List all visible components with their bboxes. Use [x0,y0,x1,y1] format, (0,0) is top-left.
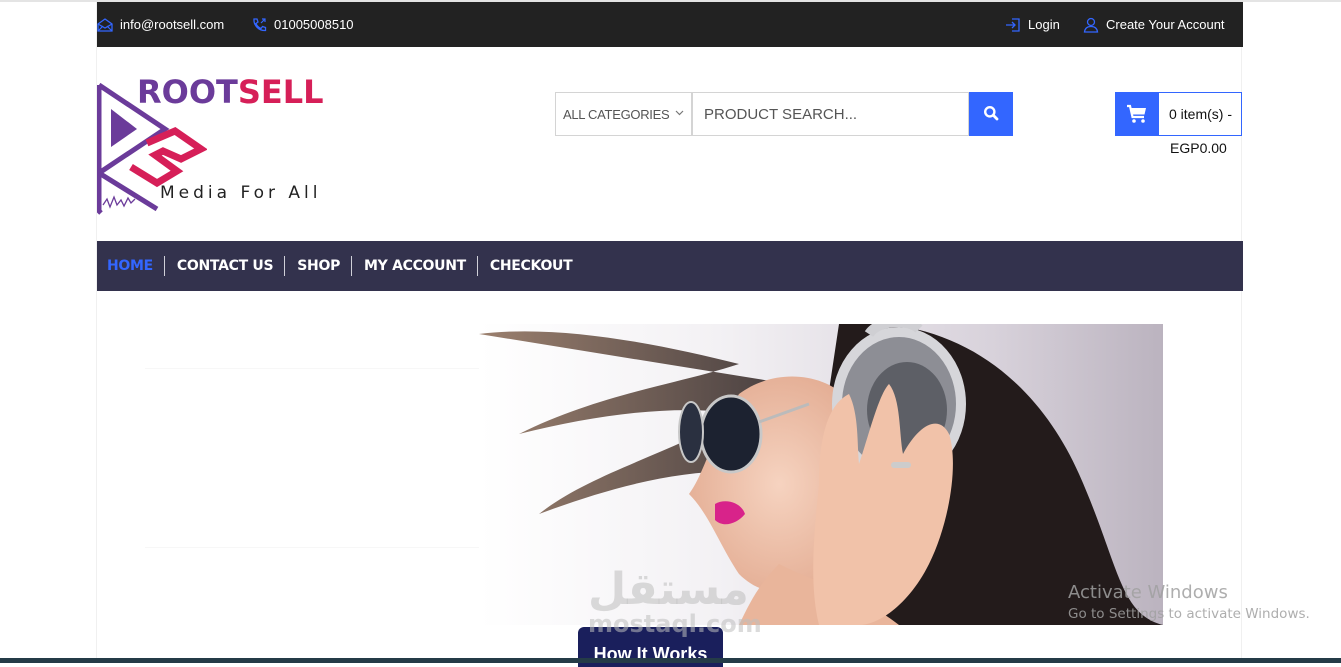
login-link[interactable]: Login [1005,2,1060,47]
envelope-icon [97,17,113,32]
phone-text: 01005008510 [274,17,354,32]
search-button[interactable] [969,92,1013,136]
top-bar: info@rootsell.com 01005008510 Login Crea… [97,2,1243,47]
page-bottom-bar [0,658,1341,663]
site-logo[interactable]: ROOTSELL Media For All [97,73,337,215]
email-link[interactable]: info@rootsell.com [97,2,224,47]
brand-tagline: Media For All [160,183,322,203]
hero-illustration [479,324,1163,625]
brand-root: ROOT [137,73,238,111]
login-label: Login [1028,17,1060,32]
search-icon [983,105,999,124]
nav-shop[interactable]: SHOP [285,256,353,276]
brand-name: ROOTSELL [137,73,324,111]
cart-icon [1115,92,1159,136]
category-select[interactable]: ALL CATEGORIES [555,92,692,136]
product-search-input[interactable] [692,92,969,136]
nav-contact-us[interactable]: CONTACT US [165,256,286,276]
slider-faint-line [145,368,485,369]
page-container: info@rootsell.com 01005008510 Login Crea… [96,2,1243,667]
nav-my-account[interactable]: MY ACCOUNT [352,256,478,276]
mini-cart: 0 item(s) - EGP0.00 [1115,92,1242,156]
create-account-label: Create Your Account [1106,17,1225,32]
slider-faint-line [145,547,485,548]
chevron-down-icon [675,108,684,119]
login-icon [1005,17,1021,33]
nav-home[interactable]: HOME [107,256,165,276]
cart-button[interactable]: 0 item(s) - [1115,92,1242,136]
phone-link[interactable]: 01005008510 [251,2,354,47]
nav-checkout[interactable]: CHECKOUT [478,256,583,276]
category-selected: ALL CATEGORIES [563,106,670,122]
header: ROOTSELL Media For All ALL CATEGORIES PR… [97,47,1243,241]
email-text: info@rootsell.com [120,17,225,32]
cart-total: EGP0.00 [1170,140,1227,156]
brand-sell: SELL [237,73,324,111]
create-account-link[interactable]: Create Your Account [1083,2,1225,47]
main-nav: HOME CONTACT US SHOP MY ACCOUNT CHECKOUT [97,241,1243,291]
hero-banner-image [479,324,1163,625]
cart-items-count: 0 item(s) - [1159,92,1242,136]
user-icon [1083,17,1099,33]
phone-icon [251,17,267,33]
search-bar: ALL CATEGORIES [555,92,1013,136]
